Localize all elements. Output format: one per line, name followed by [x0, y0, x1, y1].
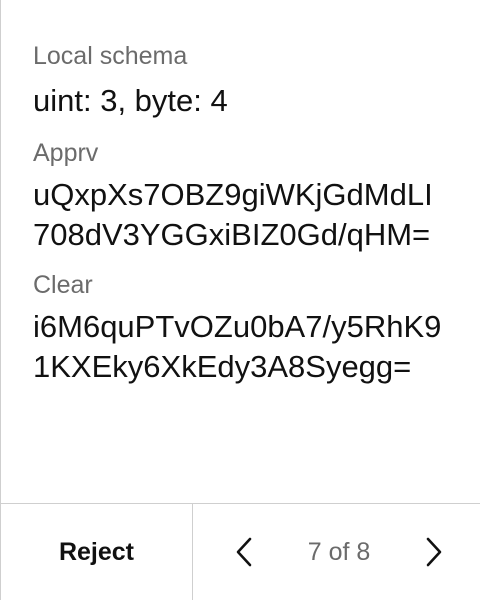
chevron-right-icon[interactable] [421, 534, 447, 570]
local-schema-value: uint: 3, byte: 4 [33, 83, 228, 118]
review-screen: Local schema uint: 3, byte: 4 Apprv uQxp… [0, 0, 480, 600]
local-schema-label: Local schema [33, 42, 188, 70]
transaction-details: Local schema uint: 3, byte: 4 Apprv uQxp… [33, 40, 463, 387]
clear-label: Clear [33, 271, 93, 299]
clear-field: Clear i6M6quPTvOZu0bA7/y5RhK91KXEky6XkEd… [33, 269, 463, 387]
reject-button[interactable]: Reject [1, 504, 193, 600]
apprv-value: uQxpXs7OBZ9giWKjGdMdLI708dV3YGGxiBIZ0Gd/… [33, 177, 433, 252]
pager: 7 of 8 [193, 504, 480, 600]
chevron-left-icon[interactable] [231, 534, 257, 570]
apprv-field: Apprv uQxpXs7OBZ9giWKjGdMdLI708dV3YGGxiB… [33, 137, 463, 255]
local-schema-field: Local schema uint: 3, byte: 4 [33, 40, 463, 121]
page-indicator: 7 of 8 [307, 537, 371, 566]
clear-value: i6M6quPTvOZu0bA7/y5RhK91KXEky6XkEdy3A8Sy… [33, 309, 442, 384]
footer-bar: Reject 7 of 8 [1, 503, 480, 600]
apprv-label: Apprv [33, 139, 99, 167]
